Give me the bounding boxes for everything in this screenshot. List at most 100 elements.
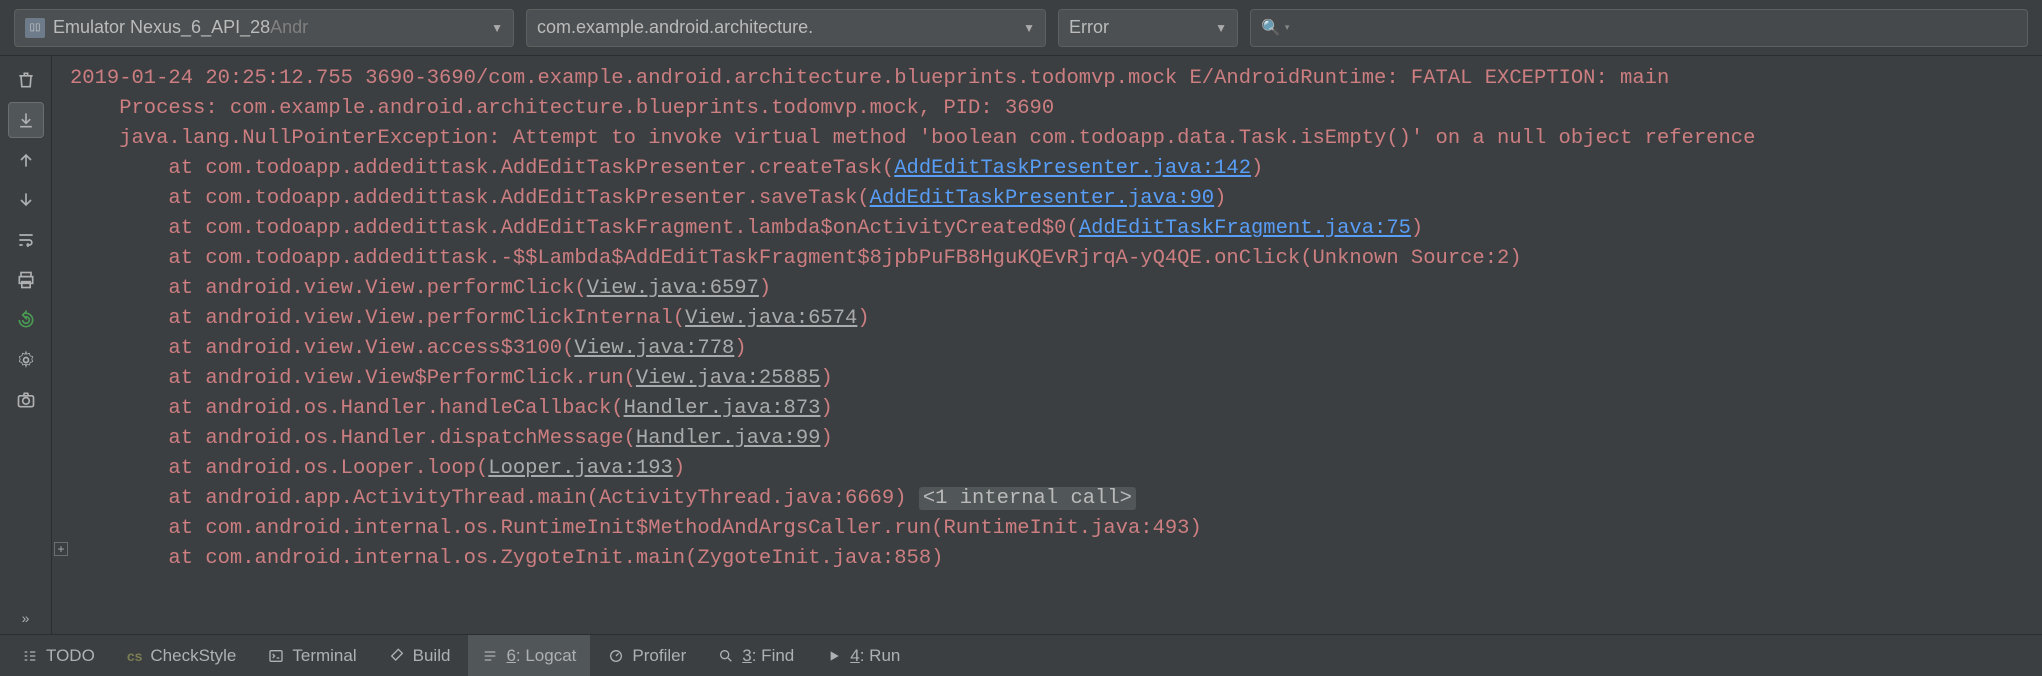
- restart-button[interactable]: [8, 302, 44, 338]
- log-header: 2019-01-24 20:25:12.755 3690-3690/com.ex…: [70, 67, 1669, 90]
- clear-log-button[interactable]: [8, 62, 44, 98]
- stack-frame-suffix: ): [759, 277, 771, 300]
- stack-frame-prefix: at com.todoapp.addedittask.AddEditTaskPr…: [70, 187, 870, 210]
- log-line: at android.view.View.performClickInterna…: [70, 304, 2030, 334]
- logcat-toolbar: Emulator Nexus_6_API_28 Andr ▼ com.examp…: [0, 0, 2042, 56]
- tab-terminal[interactable]: Terminal: [254, 635, 370, 676]
- log-level-selector[interactable]: Error ▼: [1058, 9, 1238, 47]
- log-sidebar: »: [0, 56, 52, 634]
- expand-fold-icon[interactable]: +: [54, 542, 68, 556]
- stack-frame-prefix: at com.todoapp.addedittask.-$$Lambda$Add…: [70, 247, 1522, 270]
- log-line: 2019-01-24 20:25:12.755 3690-3690/com.ex…: [70, 64, 2030, 94]
- stack-frame-prefix: at com.android.internal.os.RuntimeInit$M…: [70, 517, 1202, 540]
- stack-frame-suffix: ): [1411, 217, 1423, 240]
- search-icon: 🔍: [1261, 18, 1281, 38]
- log-process: Process: com.example.android.architectur…: [70, 97, 1054, 120]
- source-link[interactable]: View.java:6597: [587, 277, 759, 300]
- internal-call-badge: <1 internal call>: [919, 487, 1136, 510]
- print-button[interactable]: [8, 262, 44, 298]
- log-line: at com.android.internal.os.ZygoteInit.ma…: [70, 544, 2030, 574]
- log-search[interactable]: 🔍▾: [1250, 9, 2028, 47]
- log-line: at com.todoapp.addedittask.AddEditTaskPr…: [70, 154, 2030, 184]
- log-line: at android.os.Looper.loop(Looper.java:19…: [70, 454, 2030, 484]
- tab-profiler[interactable]: Profiler: [594, 635, 700, 676]
- tab-logcat[interactable]: 6: Logcat: [468, 635, 590, 676]
- log-line: at android.app.ActivityThread.main(Activ…: [70, 484, 2030, 514]
- package-label: com.example.android.architecture.: [537, 17, 813, 38]
- tab-label: 3: Find: [742, 646, 794, 666]
- tab-label: CheckStyle: [150, 646, 236, 666]
- package-selector[interactable]: com.example.android.architecture. ▼: [526, 9, 1046, 47]
- log-line: java.lang.NullPointerException: Attempt …: [70, 124, 2030, 154]
- source-link[interactable]: Looper.java:193: [488, 457, 673, 480]
- log-line: at com.android.internal.os.RuntimeInit$M…: [70, 514, 2030, 544]
- stack-frame-prefix: at android.os.Handler.handleCallback(: [70, 397, 624, 420]
- log-line: at android.view.View.performClick(View.j…: [70, 274, 2030, 304]
- source-link[interactable]: Handler.java:99: [636, 427, 821, 450]
- device-icon: [25, 18, 45, 38]
- down-stack-button[interactable]: [8, 182, 44, 218]
- tab-checkstyle[interactable]: cs CheckStyle: [113, 635, 251, 676]
- tab-find[interactable]: 3: Find: [704, 635, 808, 676]
- source-link[interactable]: Handler.java:873: [624, 397, 821, 420]
- source-link[interactable]: AddEditTaskFragment.java:75: [1079, 217, 1411, 240]
- settings-button[interactable]: [8, 342, 44, 378]
- log-line: at android.os.Handler.handleCallback(Han…: [70, 394, 2030, 424]
- tab-run[interactable]: 4: Run: [812, 635, 914, 676]
- source-link[interactable]: AddEditTaskPresenter.java:90: [870, 187, 1214, 210]
- device-label: Emulator Nexus_6_API_28: [53, 17, 270, 38]
- source-link[interactable]: View.java:25885: [636, 367, 821, 390]
- tab-build[interactable]: Build: [375, 635, 465, 676]
- stack-frame-prefix: at com.android.internal.os.ZygoteInit.ma…: [70, 547, 943, 570]
- checkstyle-icon: cs: [127, 648, 143, 664]
- log-line: at android.view.View.access$3100(View.ja…: [70, 334, 2030, 364]
- stack-frame-prefix: at com.todoapp.addedittask.AddEditTaskFr…: [70, 217, 1079, 240]
- log-line: at com.todoapp.addedittask.AddEditTaskFr…: [70, 214, 2030, 244]
- stack-frame-suffix: ): [820, 367, 832, 390]
- stack-frame-prefix: at android.view.View$PerformClick.run(: [70, 367, 636, 390]
- log-line: at android.view.View$PerformClick.run(Vi…: [70, 364, 2030, 394]
- stack-frame-suffix: ): [857, 307, 869, 330]
- stack-frame-suffix: ): [1251, 157, 1263, 180]
- tab-label: TODO: [46, 646, 95, 666]
- stack-frame-suffix: ): [820, 397, 832, 420]
- bottom-tool-bar: TODO cs CheckStyle Terminal Build 6: Log…: [0, 634, 2042, 676]
- screenshot-button[interactable]: [8, 382, 44, 418]
- chevron-down-icon: ▼: [1215, 21, 1227, 35]
- device-selector[interactable]: Emulator Nexus_6_API_28 Andr ▼: [14, 9, 514, 47]
- tab-label: Build: [413, 646, 451, 666]
- chevron-down-icon: ▼: [1023, 21, 1035, 35]
- tab-label: 4: Run: [850, 646, 900, 666]
- source-link[interactable]: View.java:6574: [685, 307, 857, 330]
- tab-todo[interactable]: TODO: [8, 635, 109, 676]
- log-line: at android.os.Handler.dispatchMessage(Ha…: [70, 424, 2030, 454]
- level-label: Error: [1069, 17, 1109, 38]
- stack-frame-suffix: ): [734, 337, 746, 360]
- stack-frame-suffix: ): [820, 427, 832, 450]
- soft-wrap-button[interactable]: [8, 222, 44, 258]
- more-icon[interactable]: »: [22, 602, 30, 634]
- tab-label: 6: Logcat: [506, 646, 576, 666]
- stack-frame-prefix: at com.todoapp.addedittask.AddEditTaskPr…: [70, 157, 894, 180]
- log-line: at com.todoapp.addedittask.-$$Lambda$Add…: [70, 244, 2030, 274]
- source-link[interactable]: AddEditTaskPresenter.java:142: [894, 157, 1251, 180]
- tab-label: Profiler: [632, 646, 686, 666]
- source-link[interactable]: View.java:778: [574, 337, 734, 360]
- log-line: at com.todoapp.addedittask.AddEditTaskPr…: [70, 184, 2030, 214]
- stack-frame-suffix: ): [673, 457, 685, 480]
- stack-frame-prefix: at android.view.View.performClickInterna…: [70, 307, 685, 330]
- search-input[interactable]: [1297, 17, 2017, 38]
- log-output[interactable]: + 2019-01-24 20:25:12.755 3690-3690/com.…: [52, 56, 2042, 634]
- tab-label: Terminal: [292, 646, 356, 666]
- log-exception: java.lang.NullPointerException: Attempt …: [70, 127, 1755, 150]
- stack-frame-prefix: at android.os.Looper.loop(: [70, 457, 488, 480]
- scroll-to-end-button[interactable]: [8, 102, 44, 138]
- stack-frame-prefix: at android.os.Handler.dispatchMessage(: [70, 427, 636, 450]
- stack-frame-prefix: at android.app.ActivityThread.main(Activ…: [70, 487, 919, 510]
- chevron-down-icon: ▼: [491, 21, 503, 35]
- stack-frame-suffix: ): [1214, 187, 1226, 210]
- stack-frame-prefix: at android.view.View.access$3100(: [70, 337, 574, 360]
- up-stack-button[interactable]: [8, 142, 44, 178]
- log-line: Process: com.example.android.architectur…: [70, 94, 2030, 124]
- device-label-suffix: Andr: [270, 17, 308, 38]
